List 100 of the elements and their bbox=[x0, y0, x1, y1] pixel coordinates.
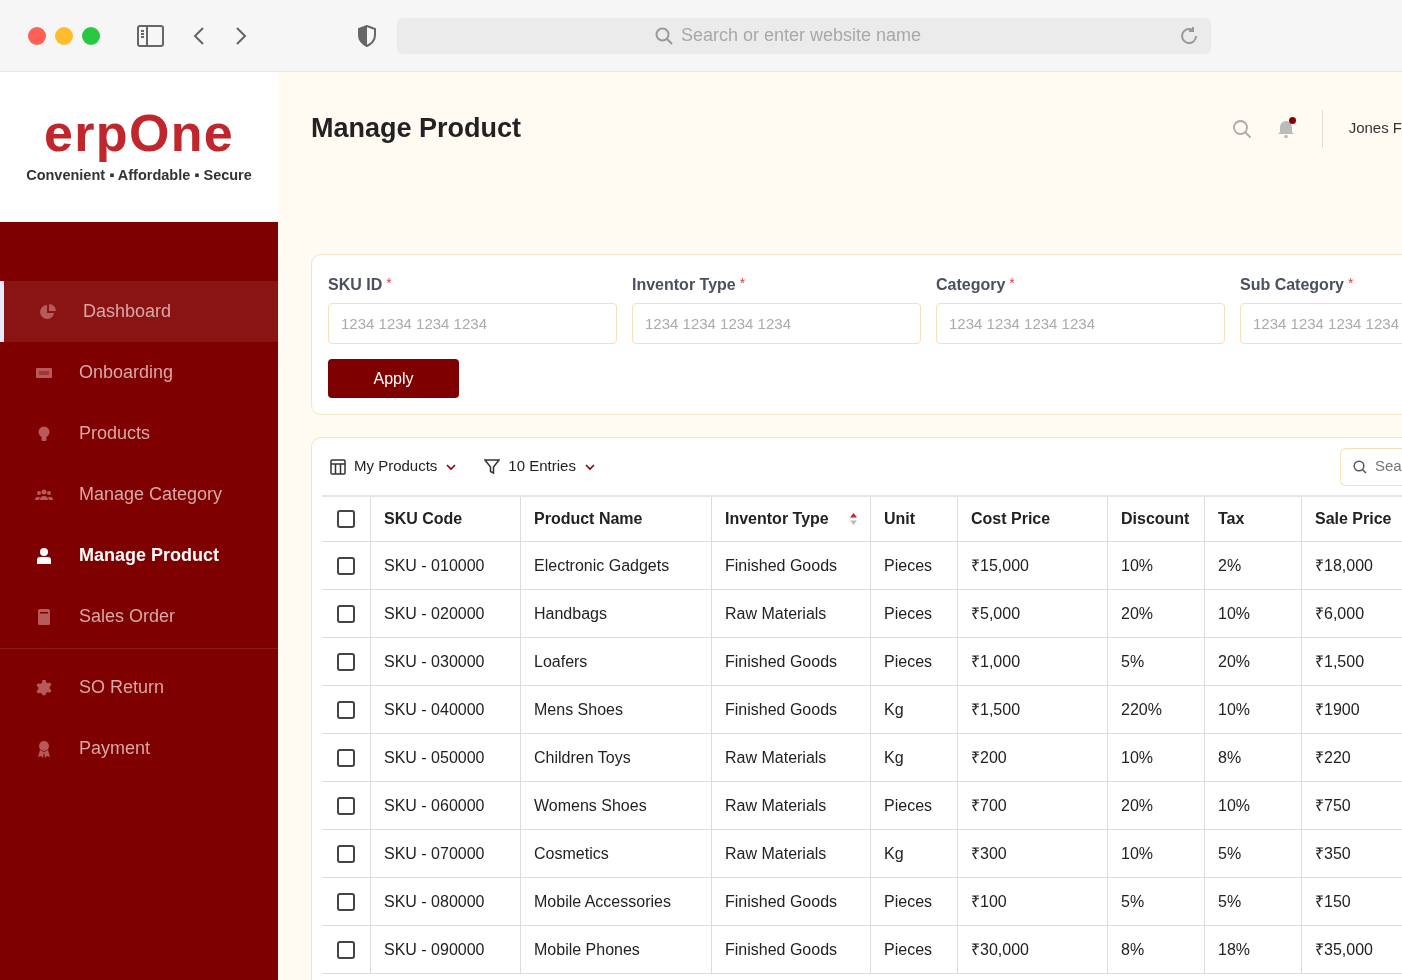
sidebar-item[interactable]: Dashboard bbox=[0, 281, 278, 342]
search-placeholder: Sea bbox=[1375, 456, 1402, 477]
sidebar-item[interactable]: Products bbox=[0, 403, 278, 464]
award-icon bbox=[35, 739, 53, 758]
text-field[interactable]: 1234 1234 1234 1234 bbox=[632, 303, 921, 344]
sidebar-item[interactable]: Sales Order bbox=[0, 586, 278, 647]
table-cell: ₹1,500 bbox=[1301, 638, 1402, 685]
table-cell: SKU - 050000 bbox=[370, 734, 520, 781]
table-cell: Finished Goods bbox=[711, 878, 870, 925]
user-name[interactable]: Jones F bbox=[1348, 117, 1402, 140]
table-cell: Pieces bbox=[870, 638, 957, 685]
entries-dropdown[interactable]: 10 Entries bbox=[484, 455, 596, 478]
column-header[interactable]: Inventor Type bbox=[711, 497, 870, 541]
table-cell: Finished Goods bbox=[711, 926, 870, 973]
book-icon bbox=[35, 607, 53, 626]
sidebar-item[interactable]: SO Return bbox=[0, 657, 278, 718]
table-cell: Pieces bbox=[870, 878, 957, 925]
sidebar-toggle-icon[interactable] bbox=[137, 24, 164, 47]
table-cell: SKU - 060000 bbox=[370, 782, 520, 829]
search-icon bbox=[1353, 459, 1367, 474]
page-title: Manage Product bbox=[311, 112, 523, 146]
table-cell: 8% bbox=[1204, 734, 1301, 781]
sidebar-item[interactable]: Payment bbox=[0, 718, 278, 779]
table-cell: 220% bbox=[1107, 686, 1204, 733]
apply-button[interactable]: Apply bbox=[328, 359, 459, 398]
table-cell: ₹200 bbox=[957, 734, 1107, 781]
back-icon[interactable] bbox=[193, 25, 205, 46]
table-cell: ₹700 bbox=[957, 782, 1107, 829]
table-cell: ₹100 bbox=[957, 878, 1107, 925]
table-cell: Kg bbox=[870, 686, 957, 733]
table-cell: Pieces bbox=[870, 542, 957, 589]
row-checkbox[interactable] bbox=[337, 604, 355, 623]
text-field[interactable]: 1234 1234 1234 1234 bbox=[328, 303, 617, 344]
table-cell: SKU - 010000 bbox=[370, 542, 520, 589]
text-field[interactable]: 1234 1234 1234 1234 bbox=[1240, 303, 1402, 344]
table-cell: ₹1900 bbox=[1301, 686, 1402, 733]
row-checkbox[interactable] bbox=[337, 748, 355, 767]
table-cell: 10% bbox=[1107, 542, 1204, 589]
table-cell: SKU - 090000 bbox=[370, 926, 520, 973]
row-checkbox[interactable] bbox=[337, 940, 355, 959]
table-cell: 20% bbox=[1107, 782, 1204, 829]
table-cell: Pieces bbox=[870, 926, 957, 973]
table-cell: ₹30,000 bbox=[957, 926, 1107, 973]
column-header: Cost Price bbox=[957, 497, 1107, 541]
text-field[interactable]: 1234 1234 1234 1234 bbox=[936, 303, 1225, 344]
table-cell: Raw Materials bbox=[711, 590, 870, 637]
table-cell: ₹150 bbox=[1301, 878, 1402, 925]
table-cell: ₹1,500 bbox=[957, 686, 1107, 733]
forward-icon[interactable] bbox=[235, 25, 247, 46]
column-header: SKU Code bbox=[370, 497, 520, 541]
view-dropdown[interactable]: My Products bbox=[330, 455, 458, 478]
select-all-checkbox[interactable] bbox=[337, 510, 355, 528]
table-cell: Pieces bbox=[870, 782, 957, 829]
settings-icon bbox=[35, 678, 53, 697]
sort-icon bbox=[849, 512, 858, 526]
row-checkbox[interactable] bbox=[337, 796, 355, 815]
required-marker: * bbox=[386, 274, 392, 293]
table-cell: 20% bbox=[1107, 590, 1204, 637]
search-field[interactable]: Sea bbox=[1340, 447, 1402, 486]
row-checkbox[interactable] bbox=[337, 892, 355, 911]
table-cell: ₹18,000 bbox=[1301, 542, 1402, 589]
table-cell: ₹5,000 bbox=[957, 590, 1107, 637]
filter-icon bbox=[484, 458, 501, 475]
search-icon bbox=[654, 26, 673, 45]
table-cell: 5% bbox=[1107, 638, 1204, 685]
row-checkbox[interactable] bbox=[337, 700, 355, 719]
required-marker: * bbox=[1009, 274, 1015, 293]
sidebar-item[interactable]: Manage Product bbox=[0, 525, 278, 586]
logo-wordmark: erpOne bbox=[44, 107, 234, 160]
table-cell: 10% bbox=[1204, 590, 1301, 637]
table-cell: ₹750 bbox=[1301, 782, 1402, 829]
table-cell: Finished Goods bbox=[711, 542, 870, 589]
shield-icon[interactable] bbox=[357, 24, 377, 47]
table-cell: Raw Materials bbox=[711, 830, 870, 877]
table-cell: 8% bbox=[1107, 926, 1204, 973]
row-checkbox[interactable] bbox=[337, 556, 355, 575]
column-header: Sale Price bbox=[1301, 497, 1402, 541]
table-cell: SKU - 040000 bbox=[370, 686, 520, 733]
table-cell: Raw Materials bbox=[711, 782, 870, 829]
row-checkbox[interactable] bbox=[337, 844, 355, 863]
table-cell: ₹15,000 bbox=[957, 542, 1107, 589]
table-cell: Kg bbox=[870, 830, 957, 877]
chevron-down-icon bbox=[583, 462, 596, 471]
table-cell: Mens Shoes bbox=[520, 686, 711, 733]
chevron-down-icon bbox=[445, 462, 458, 471]
logo-tagline: Convenient ▪ Affordable ▪ Secure bbox=[26, 166, 252, 186]
table-cell: Mobile Phones bbox=[520, 926, 711, 973]
table-cell: Finished Goods bbox=[711, 638, 870, 685]
column-header: Unit bbox=[870, 497, 957, 541]
row-checkbox[interactable] bbox=[337, 652, 355, 671]
table-cell: Cosmetics bbox=[520, 830, 711, 877]
sidebar-item[interactable]: Manage Category bbox=[0, 464, 278, 525]
table-cell: Kg bbox=[870, 734, 957, 781]
table-cell: Loafers bbox=[520, 638, 711, 685]
table-cell: Finished Goods bbox=[711, 686, 870, 733]
user-icon bbox=[35, 546, 53, 565]
close-window-button[interactable] bbox=[28, 26, 46, 45]
table-cell: 5% bbox=[1204, 878, 1301, 925]
table-cell: ₹220 bbox=[1301, 734, 1402, 781]
sidebar-item[interactable]: Onboarding bbox=[0, 342, 278, 403]
